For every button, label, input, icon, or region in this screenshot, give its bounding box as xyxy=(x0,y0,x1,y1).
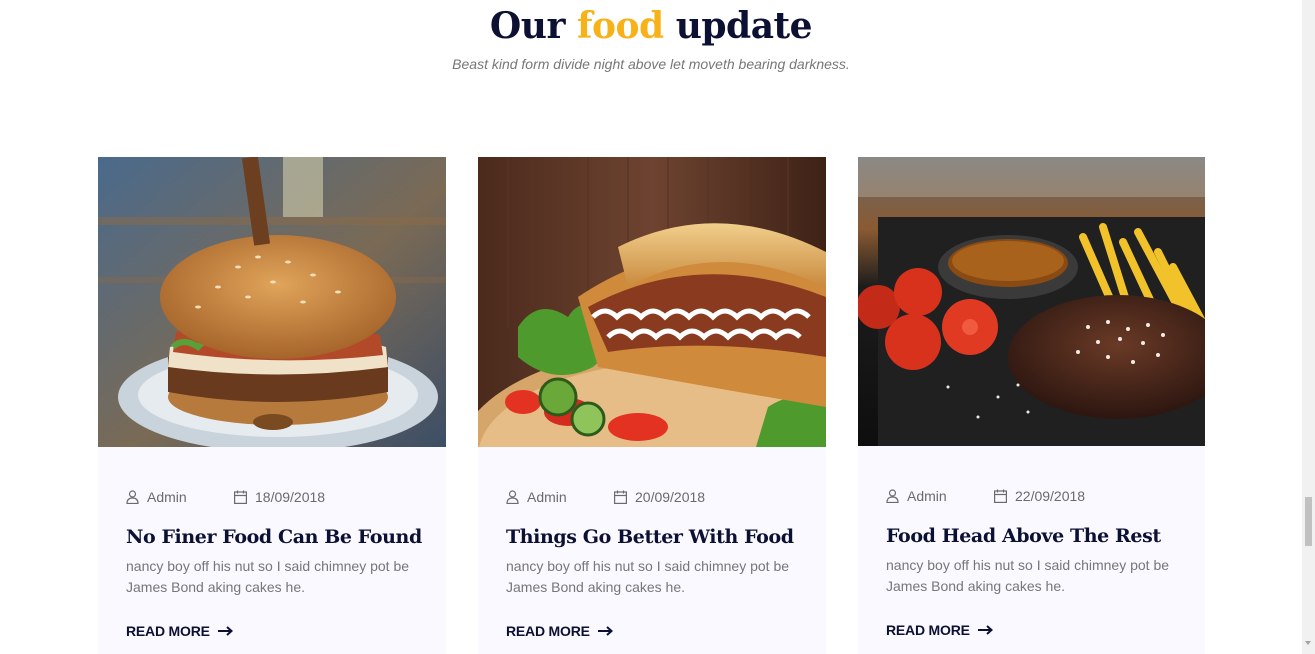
post-date-value: 22/09/2018 xyxy=(1015,488,1086,504)
post-author[interactable]: Admin xyxy=(886,487,947,505)
read-more-link[interactable]: READ MORE xyxy=(886,622,993,638)
post-excerpt: nancy boy off his nut so I said chimney … xyxy=(126,558,410,595)
post-excerpt: nancy boy off his nut so I said chimney … xyxy=(506,558,790,595)
read-more-link[interactable]: READ MORE xyxy=(126,623,233,639)
read-more-label: READ MORE xyxy=(886,622,970,638)
blog-card: Admin 20/09/2018 Things Go Better With F… xyxy=(478,157,826,654)
read-more-label: READ MORE xyxy=(126,623,210,639)
post-meta: Admin 20/09/2018 xyxy=(506,488,806,508)
section-title-before: Our xyxy=(489,5,566,47)
user-icon xyxy=(506,490,519,504)
read-more-link[interactable]: READ MORE xyxy=(506,623,613,639)
steak-photo[interactable] xyxy=(858,157,1205,446)
post-date-value: 18/09/2018 xyxy=(255,489,326,505)
post-date-value: 20/09/2018 xyxy=(635,489,706,505)
user-icon xyxy=(126,490,139,504)
arrow-right-icon xyxy=(217,626,233,636)
section-subtitle: Beast kind form divide night above let m… xyxy=(452,56,850,72)
calendar-icon xyxy=(994,489,1007,503)
post-date[interactable]: 20/09/2018 xyxy=(614,488,705,506)
post-author-name: Admin xyxy=(907,488,947,504)
scroll-down-arrow-icon[interactable] xyxy=(1305,641,1311,645)
read-more-label: READ MORE xyxy=(506,623,590,639)
post-meta: Admin 18/09/2018 xyxy=(126,488,426,508)
post-author[interactable]: Admin xyxy=(506,488,567,506)
arrow-right-icon xyxy=(597,626,613,636)
user-icon xyxy=(886,489,899,503)
scrollbar-thumb[interactable] xyxy=(1305,497,1312,546)
post-title[interactable]: Food Head Above The Rest xyxy=(886,521,1189,551)
post-date[interactable]: 22/09/2018 xyxy=(994,487,1085,505)
post-meta: Admin 22/09/2018 xyxy=(886,487,1185,507)
post-author-name: Admin xyxy=(147,489,187,505)
page: Our food update Beast kind form divide n… xyxy=(0,0,1315,654)
post-author-name: Admin xyxy=(527,489,567,505)
calendar-icon xyxy=(234,490,247,504)
post-date[interactable]: 18/09/2018 xyxy=(234,488,325,506)
page-scrollbar[interactable] xyxy=(1302,0,1315,654)
section-title-after: update xyxy=(675,5,813,47)
post-excerpt: nancy boy off his nut so I said chimney … xyxy=(886,557,1170,594)
calendar-icon xyxy=(614,490,627,504)
blog-card: Admin 18/09/2018 No Finer Food Can Be Fo… xyxy=(98,157,446,654)
burger-photo[interactable] xyxy=(98,157,446,447)
post-title[interactable]: Things Go Better With Food xyxy=(506,522,810,552)
arrow-right-icon xyxy=(977,625,993,635)
section-title: Our food update xyxy=(0,2,1302,50)
section-title-accent: food xyxy=(576,5,664,47)
sandwich-photo[interactable] xyxy=(478,157,826,447)
blog-card: Admin 22/09/2018 Food Head Above The Res… xyxy=(858,157,1205,654)
post-author[interactable]: Admin xyxy=(126,488,187,506)
post-title[interactable]: No Finer Food Can Be Found xyxy=(126,522,430,552)
